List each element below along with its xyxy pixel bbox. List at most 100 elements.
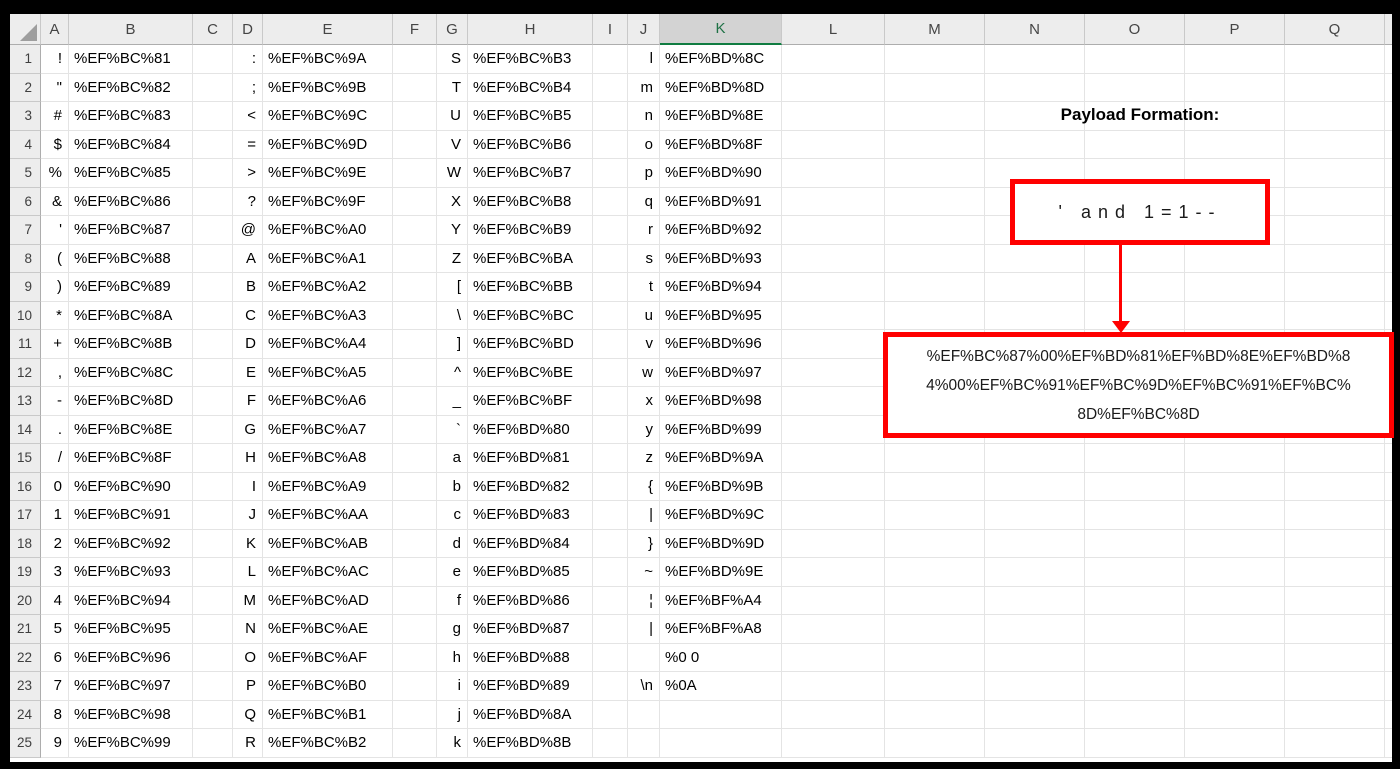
empty-cell[interactable] xyxy=(393,387,437,416)
empty-cell[interactable] xyxy=(1385,131,1392,159)
row-header[interactable]: 1 xyxy=(10,45,41,74)
cell[interactable]: \ xyxy=(437,301,468,330)
empty-cell[interactable] xyxy=(1385,159,1392,188)
empty-cell[interactable] xyxy=(782,586,885,615)
empty-cell[interactable] xyxy=(1185,729,1285,758)
empty-cell[interactable] xyxy=(885,643,985,672)
cell[interactable]: h xyxy=(437,643,468,672)
empty-cell[interactable] xyxy=(1185,586,1285,615)
cell[interactable]: %EF%BC%A9 xyxy=(263,472,393,501)
cell[interactable]: %EF%BD%9E xyxy=(660,558,782,587)
cell[interactable]: %EF%BD%91 xyxy=(660,187,782,216)
cell[interactable]: %EF%BC%9F xyxy=(263,187,393,216)
empty-cell[interactable] xyxy=(1085,643,1185,672)
empty-cell[interactable] xyxy=(1085,729,1185,758)
empty-cell[interactable] xyxy=(393,529,437,558)
cell[interactable]: %EF%BC%B2 xyxy=(263,729,393,758)
cell[interactable]: %EF%BC%BB xyxy=(468,273,593,302)
cell[interactable]: %EF%BD%90 xyxy=(660,159,782,188)
row-header[interactable]: 11 xyxy=(10,330,41,359)
empty-cell[interactable] xyxy=(1185,444,1285,473)
empty-cell[interactable] xyxy=(193,643,233,672)
cell[interactable] xyxy=(628,643,660,672)
empty-cell[interactable] xyxy=(985,586,1085,615)
empty-cell[interactable] xyxy=(1385,45,1392,74)
cell[interactable]: u xyxy=(628,301,660,330)
cell[interactable]: %EF%BC%A5 xyxy=(263,358,393,387)
cell[interactable]: %EF%BC%A7 xyxy=(263,415,393,444)
cell[interactable]: C xyxy=(233,301,263,330)
cell[interactable]: %EF%BD%89 xyxy=(468,672,593,701)
empty-cell[interactable] xyxy=(1185,558,1285,587)
column-header-d[interactable]: D xyxy=(233,14,263,45)
cell[interactable]: J xyxy=(233,501,263,530)
empty-cell[interactable] xyxy=(985,130,1085,159)
column-header-g[interactable]: G xyxy=(437,14,468,45)
cell[interactable]: %EF%BD%9B xyxy=(660,472,782,501)
empty-cell[interactable] xyxy=(985,301,1085,330)
cell[interactable]: %EF%BC%8D xyxy=(69,387,193,416)
empty-cell[interactable] xyxy=(1285,586,1385,615)
empty-cell[interactable] xyxy=(1285,444,1385,473)
empty-cell[interactable] xyxy=(1285,273,1385,302)
cell[interactable]: ? xyxy=(233,187,263,216)
empty-cell[interactable] xyxy=(393,273,437,302)
cell[interactable]: ~ xyxy=(628,558,660,587)
empty-cell[interactable] xyxy=(1385,273,1392,302)
empty-cell[interactable] xyxy=(1385,615,1392,644)
cell[interactable]: %EF%BC%A2 xyxy=(263,273,393,302)
cell[interactable]: P xyxy=(233,672,263,701)
empty-cell[interactable] xyxy=(885,187,985,216)
empty-cell[interactable] xyxy=(393,444,437,473)
empty-cell[interactable] xyxy=(1385,444,1392,473)
empty-cell[interactable] xyxy=(593,73,628,102)
empty-cell[interactable] xyxy=(593,558,628,587)
cell[interactable]: & xyxy=(41,187,69,216)
empty-cell[interactable] xyxy=(1185,130,1285,159)
cell[interactable]: 9 xyxy=(41,729,69,758)
empty-cell[interactable] xyxy=(1285,501,1385,530)
cell[interactable]: %EF%BD%8B xyxy=(468,729,593,758)
row-header[interactable]: 9 xyxy=(10,273,41,302)
empty-cell[interactable] xyxy=(1385,701,1392,729)
empty-cell[interactable] xyxy=(393,615,437,644)
cell[interactable]: b xyxy=(437,472,468,501)
cell[interactable]: %EF%BC%89 xyxy=(69,273,193,302)
cell[interactable]: %EF%BD%94 xyxy=(660,273,782,302)
empty-cell[interactable] xyxy=(985,73,1085,102)
empty-cell[interactable] xyxy=(193,444,233,473)
empty-cell[interactable] xyxy=(1285,45,1385,74)
empty-cell[interactable] xyxy=(1085,130,1185,159)
empty-cell[interactable] xyxy=(593,501,628,530)
empty-cell[interactable] xyxy=(1085,558,1185,587)
cell[interactable]: %EF%BD%9A xyxy=(660,444,782,473)
cell[interactable]: %EF%BC%A3 xyxy=(263,301,393,330)
empty-cell[interactable] xyxy=(393,643,437,672)
cell[interactable]: k xyxy=(437,729,468,758)
cell[interactable]: %EF%BC%8F xyxy=(69,444,193,473)
cell[interactable]: Y xyxy=(437,216,468,245)
empty-cell[interactable] xyxy=(985,643,1085,672)
empty-cell[interactable] xyxy=(393,45,437,74)
cell[interactable]: %EF%BC%B5 xyxy=(468,102,593,131)
cell[interactable]: %EF%BC%95 xyxy=(69,615,193,644)
row-header[interactable]: 4 xyxy=(10,130,41,159)
cell[interactable]: %EF%BC%B6 xyxy=(468,130,593,159)
empty-cell[interactable] xyxy=(782,501,885,530)
column-header-k[interactable]: K xyxy=(660,14,782,45)
cell[interactable]: f xyxy=(437,586,468,615)
cell[interactable]: %EF%BC%AD xyxy=(263,586,393,615)
cell[interactable]: X xyxy=(437,187,468,216)
cell[interactable]: %EF%BF%A8 xyxy=(660,615,782,644)
empty-cell[interactable] xyxy=(1285,301,1385,330)
cell[interactable]: 1 xyxy=(41,501,69,530)
cell[interactable]: q xyxy=(628,187,660,216)
empty-cell[interactable] xyxy=(393,330,437,359)
empty-cell[interactable] xyxy=(885,558,985,587)
empty-cell[interactable] xyxy=(985,472,1085,501)
row-header[interactable]: 2 xyxy=(10,73,41,102)
empty-cell[interactable] xyxy=(593,472,628,501)
empty-cell[interactable] xyxy=(393,358,437,387)
empty-cell[interactable] xyxy=(1085,273,1185,302)
column-header-o[interactable]: O xyxy=(1085,14,1185,45)
